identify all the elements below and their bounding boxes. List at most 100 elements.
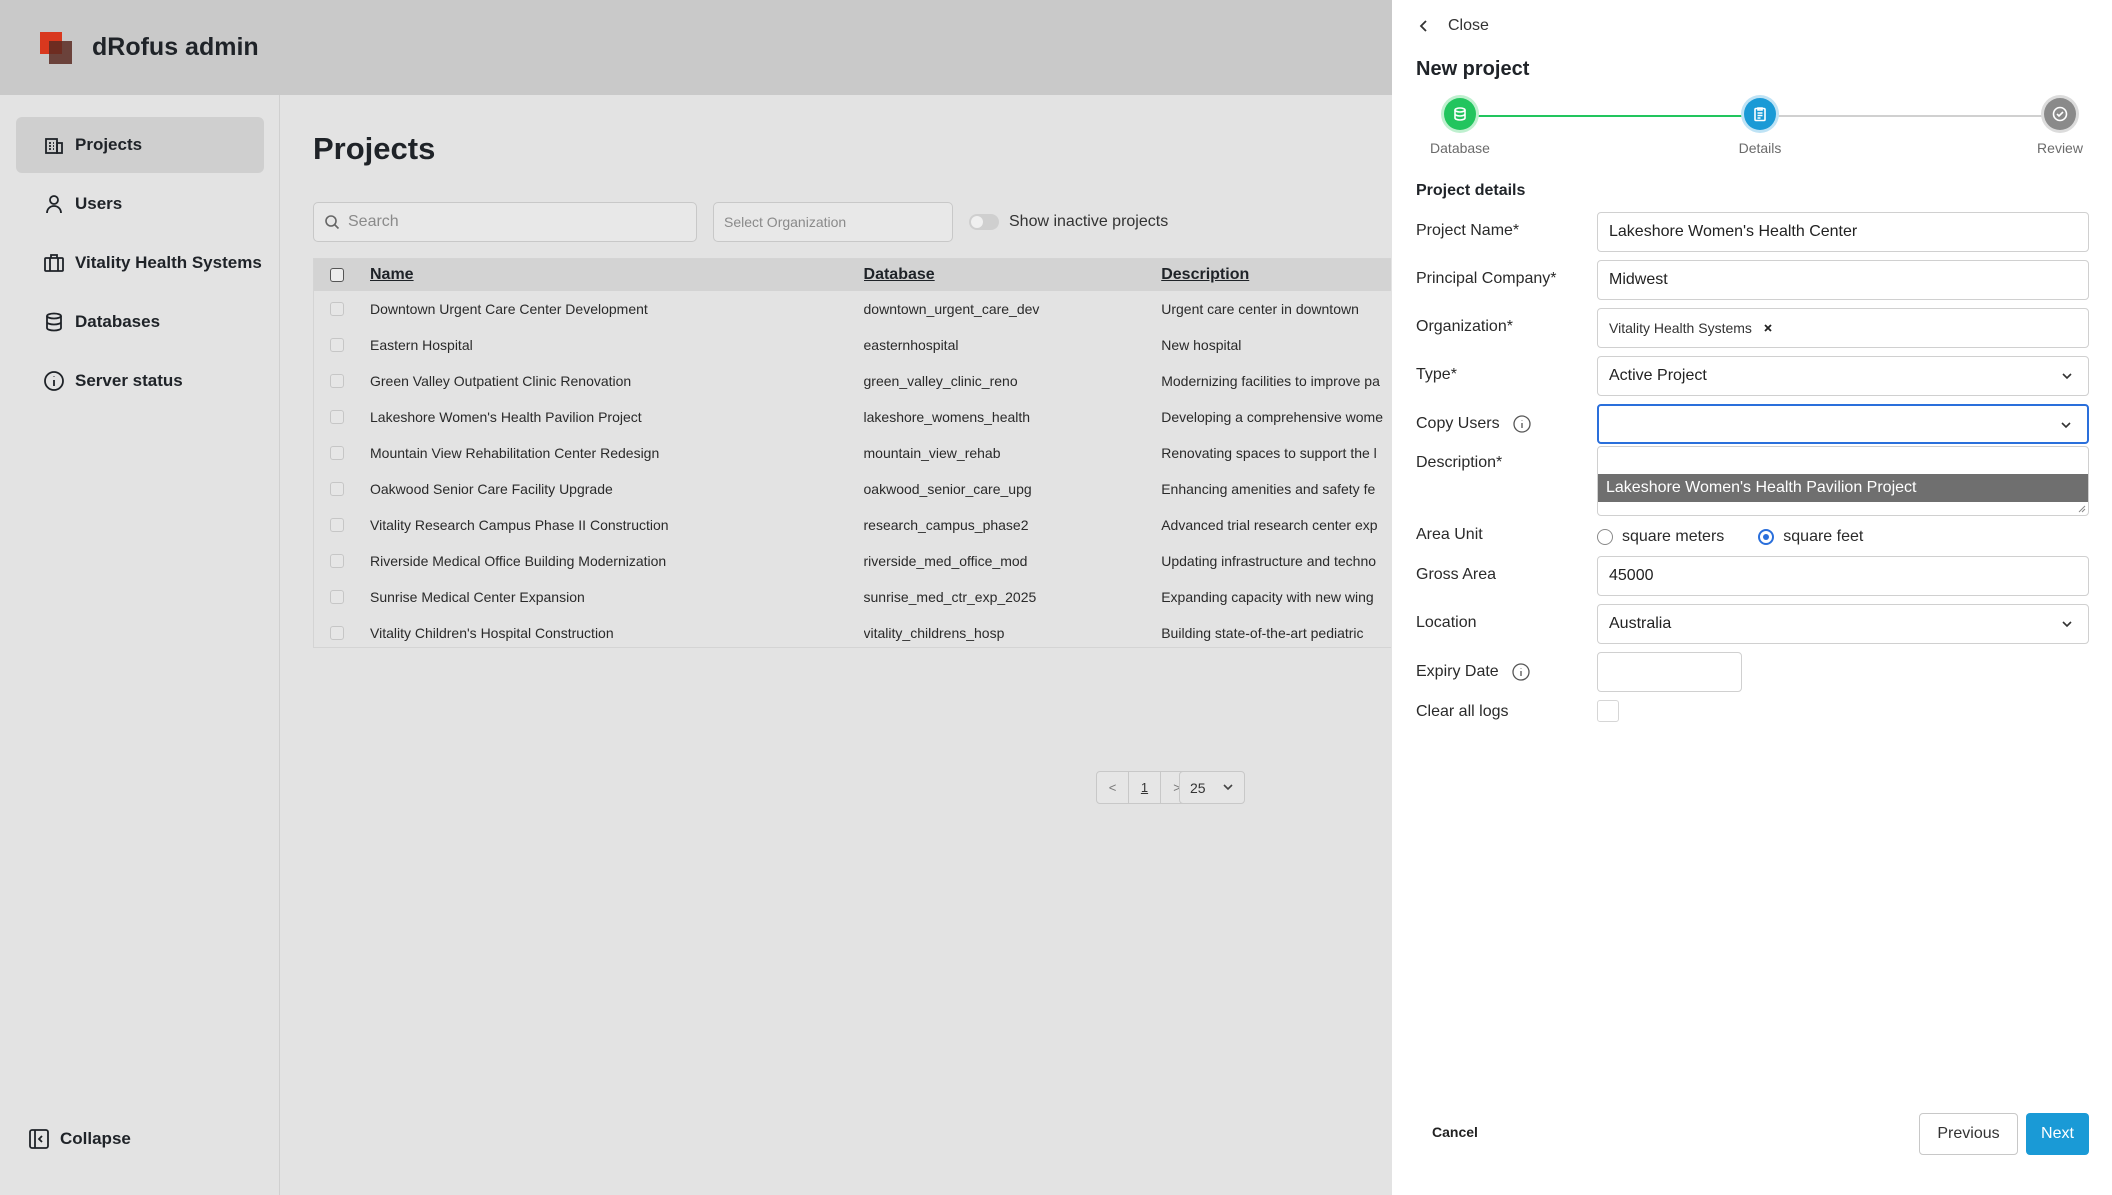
row-checkbox[interactable] <box>330 482 344 496</box>
table-row[interactable]: Green Valley Outpatient Clinic Renovatio… <box>314 363 1391 399</box>
organization-tag-label: Vitality Health Systems <box>1609 320 1752 336</box>
gross-area-input[interactable]: 45000 <box>1597 556 2089 596</box>
sidebar-item-projects[interactable]: Projects <box>16 117 264 173</box>
search-input[interactable]: Search <box>313 202 697 242</box>
cell-description: Expanding capacity with new wing <box>1161 589 1374 605</box>
cell-description: Updating infrastructure and techno <box>1161 553 1377 569</box>
cell-description: Developing a comprehensive wome <box>1161 409 1384 425</box>
sidebar: Projects Users Vitality Health Systems D… <box>0 95 280 1195</box>
chevron-down-icon <box>1222 780 1234 796</box>
cancel-button[interactable]: Cancel <box>1432 1124 1478 1140</box>
expiry-date-label: Expiry Date <box>1416 662 1531 682</box>
organization-filter[interactable]: Select Organization <box>713 202 953 242</box>
square-meters-radio[interactable] <box>1597 529 1613 545</box>
clear-logs-checkbox[interactable] <box>1597 700 1619 722</box>
cell-description: Advanced trial research center exp <box>1161 517 1378 533</box>
project-name-input[interactable]: Lakeshore Women's Health Center <box>1597 212 2089 252</box>
next-button[interactable]: Next <box>2026 1113 2089 1155</box>
toggle-switch[interactable] <box>969 214 999 230</box>
square-meters-label[interactable]: square meters <box>1622 528 1724 546</box>
row-checkbox[interactable] <box>330 590 344 604</box>
inactive-toggle-label: Show inactive projects <box>1009 213 1169 230</box>
table-row[interactable]: Oakwood Senior Care Facility Upgrade oakw… <box>314 471 1391 507</box>
info-icon[interactable] <box>1512 414 1532 434</box>
sidebar-item-label: Server status <box>75 371 183 390</box>
chevron-left-icon <box>1416 18 1432 34</box>
row-checkbox[interactable] <box>330 446 344 460</box>
sidebar-item-organization[interactable]: Vitality Health Systems <box>16 235 264 291</box>
sidebar-item-label: Vitality Health Systems <box>75 253 262 272</box>
close-icon[interactable] <box>1762 322 1774 334</box>
previous-button[interactable]: Previous <box>1919 1113 2018 1155</box>
step-label: Details <box>1738 140 1782 156</box>
cell-description: Modernizing facilities to improve pa <box>1161 373 1380 389</box>
organization-tag: Vitality Health Systems <box>1609 320 1774 336</box>
row-checkbox[interactable] <box>330 302 344 316</box>
cell-name: Vitality Research Campus Phase II Constr… <box>370 517 669 533</box>
sidebar-item-label: Databases <box>75 312 161 331</box>
page-title: Projects <box>313 131 436 166</box>
table-row[interactable]: Vitality Research Campus Phase II Constr… <box>314 507 1391 543</box>
principal-company-input[interactable]: Midwest <box>1597 260 2089 300</box>
row-checkbox[interactable] <box>330 554 344 568</box>
resize-handle-icon[interactable] <box>2078 505 2086 513</box>
description-label: Description* <box>1416 454 1503 471</box>
table-row[interactable]: Eastern Hospital easternhospital New hospi… <box>314 327 1391 363</box>
square-feet-label[interactable]: square feet <box>1783 528 1863 546</box>
main-content: Projects Search Select Organization Show… <box>281 95 1391 1195</box>
cell-database: downtown_urgent_care_dev <box>863 301 1040 317</box>
page-number[interactable]: 1 <box>1129 772 1161 803</box>
cell-database: green_valley_clinic_reno <box>863 373 1018 389</box>
cell-name: Eastern Hospital <box>370 337 473 353</box>
row-checkbox[interactable] <box>330 626 344 640</box>
app-title: dRofus admin <box>92 33 259 61</box>
row-checkbox[interactable] <box>330 410 344 424</box>
organization-select[interactable]: Vitality Health Systems <box>1597 308 2089 348</box>
location-select[interactable]: Australia <box>1597 604 2089 644</box>
table-row[interactable]: Lakeshore Women's Health Pavilion Projec… <box>314 399 1391 435</box>
table-row[interactable]: Vitality Children's Hospital Constructio… <box>314 615 1391 651</box>
row-checkbox[interactable] <box>330 518 344 532</box>
collapse-button[interactable]: Collapse <box>28 1128 131 1150</box>
inactive-toggle[interactable]: Show inactive projects <box>969 202 1168 242</box>
stepper: Database Details Review <box>1416 98 2104 160</box>
gross-area-label: Gross Area <box>1416 566 1497 583</box>
square-feet-radio[interactable] <box>1758 529 1775 545</box>
select-all-checkbox[interactable] <box>330 268 344 282</box>
info-icon[interactable] <box>1511 662 1531 682</box>
row-checkbox[interactable] <box>330 374 344 388</box>
row-checkbox[interactable] <box>330 338 344 352</box>
expiry-date-input[interactable] <box>1597 652 1742 692</box>
column-database[interactable]: Database <box>864 266 1162 284</box>
prev-page-button[interactable]: < <box>1097 772 1129 803</box>
page-size-select[interactable]: 25 <box>1179 771 1245 804</box>
table-header: Name Database Description <box>314 259 1391 291</box>
table-row[interactable]: Downtown Urgent Care Center Development d… <box>314 291 1391 327</box>
collapse-icon <box>28 1128 50 1150</box>
page-size-value: 25 <box>1190 779 1206 796</box>
step-details: Details <box>1700 98 1820 156</box>
sidebar-item-server-status[interactable]: Server status <box>16 353 264 409</box>
table-row[interactable]: Riverside Medical Office Building Modern… <box>314 543 1391 579</box>
drofus-logo <box>40 31 72 64</box>
close-button[interactable]: Close <box>1416 17 1489 35</box>
sidebar-item-databases[interactable]: Databases <box>16 294 264 350</box>
expiry-date-label-text: Expiry Date <box>1416 663 1499 680</box>
project-name-value: Lakeshore Women's Health Center <box>1609 223 1858 240</box>
cell-database: research_campus_phase2 <box>863 517 1029 533</box>
copy-users-option[interactable]: Lakeshore Women's Health Pavilion Projec… <box>1598 474 2088 502</box>
cell-database: mountain_view_rehab <box>863 445 1001 461</box>
type-select[interactable]: Active Project <box>1597 356 2089 396</box>
copy-users-select[interactable] <box>1597 404 2089 444</box>
area-unit-label: Area Unit <box>1416 526 1483 543</box>
building-icon <box>43 134 65 156</box>
column-name[interactable]: Name <box>370 266 864 284</box>
table-row[interactable]: Sunrise Medical Center Expansion sunrise_… <box>314 579 1391 615</box>
sidebar-item-users[interactable]: Users <box>16 176 264 232</box>
drawer-title: New project <box>1416 58 1530 80</box>
table-row[interactable]: Mountain View Rehabilitation Center Rede… <box>314 435 1391 471</box>
cell-database: easternhospital <box>863 337 959 353</box>
column-description[interactable]: Description <box>1161 266 1391 284</box>
info-icon <box>43 370 65 392</box>
principal-company-value: Midwest <box>1609 271 1668 288</box>
